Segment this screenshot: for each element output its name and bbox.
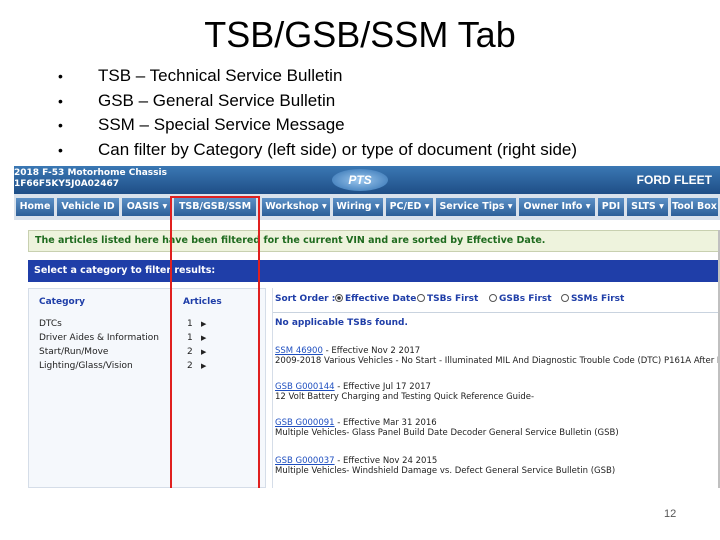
bullet-dot-icon: • bbox=[58, 68, 63, 84]
brand-label: FORD FLEET bbox=[636, 173, 712, 187]
sort-option-label: SSMs First bbox=[571, 294, 625, 304]
bullet-item: • SSM – Special Service Message bbox=[58, 113, 577, 138]
tab-wiring[interactable]: Wiring ▾ bbox=[333, 198, 383, 216]
category-name: Driver Aides & Information bbox=[39, 333, 159, 343]
document-date: - Effective Jul 17 2017 bbox=[334, 382, 431, 392]
radio-selected-icon[interactable] bbox=[335, 294, 343, 302]
bullet-text: TSB – Technical Service Bulletin bbox=[98, 66, 343, 85]
tab-highlight-box bbox=[170, 196, 260, 488]
radio-icon[interactable] bbox=[489, 294, 497, 302]
tab-pc-ed[interactable]: PC/ED ▾ bbox=[386, 198, 433, 216]
results-panel: Sort Order : Effective Date TSBs First G… bbox=[272, 288, 720, 488]
page-number: 12 bbox=[664, 508, 677, 520]
document-entry: GSB G000144 - Effective Jul 17 2017 12 V… bbox=[275, 382, 720, 402]
sort-option-label: GSBs First bbox=[499, 294, 552, 304]
bullet-item: • TSB – Technical Service Bulletin bbox=[58, 64, 577, 89]
tab-pdi[interactable]: PDI bbox=[598, 198, 624, 216]
category-name: Lighting/Glass/Vision bbox=[39, 361, 133, 371]
sort-option-label: TSBs First bbox=[427, 294, 479, 304]
bullet-text: SSM – Special Service Message bbox=[98, 115, 345, 134]
bullet-item: • Can filter by Category (left side) or t… bbox=[58, 138, 577, 163]
document-description: 12 Volt Battery Charging and Testing Qui… bbox=[275, 392, 535, 402]
document-entry: GSB G000091 - Effective Mar 31 2016 Mult… bbox=[275, 418, 720, 438]
document-date: - Effective Mar 31 2016 bbox=[334, 418, 437, 428]
vin-number: 1F66F5KY5J0A02467 bbox=[14, 179, 119, 189]
filter-notice: The articles listed here have been filte… bbox=[28, 230, 720, 252]
bullet-text: Can filter by Category (left side) or ty… bbox=[98, 139, 578, 159]
sort-radio-effective-date[interactable]: Effective Date bbox=[335, 294, 416, 304]
no-tsbs-message: No applicable TSBs found. bbox=[275, 318, 408, 328]
tab-slts[interactable]: SLTS ▾ bbox=[627, 198, 668, 216]
tab-service-tips[interactable]: Service Tips ▾ bbox=[436, 198, 516, 216]
document-link[interactable]: GSB G000091 bbox=[275, 418, 335, 428]
document-date: - Effective Nov 2 2017 bbox=[322, 346, 421, 356]
document-description: 2009-2018 Various Vehicles - No Start - … bbox=[275, 356, 720, 366]
bullet-dot-icon: • bbox=[58, 117, 63, 133]
sort-order-label: Sort Order : bbox=[275, 294, 336, 304]
bullet-list: • TSB – Technical Service Bulletin • GSB –… bbox=[58, 64, 577, 162]
tab-vehicle-id[interactable]: Vehicle ID bbox=[57, 198, 119, 216]
bullet-dot-icon: • bbox=[58, 92, 63, 109]
tab-owner-info[interactable]: Owner Info ▾ bbox=[519, 198, 595, 216]
bullet-text: GSB – General Service Bulletin bbox=[98, 90, 336, 110]
document-entry: GSB G000037 - Effective Nov 24 2015 Mult… bbox=[275, 456, 720, 476]
vehicle-info: 2018 F-53 Motorhome Chassis 1F66F5KY5J0A… bbox=[14, 168, 167, 190]
category-filter-bar: Select a category to filter results: bbox=[28, 260, 720, 282]
sort-radio-tsbs-first[interactable]: TSBs First bbox=[417, 294, 478, 304]
document-date: - Effective Nov 24 2015 bbox=[334, 456, 438, 466]
vehicle-name: 2018 F-53 Motorhome Chassis bbox=[14, 168, 167, 178]
category-column-header: Category bbox=[39, 297, 86, 307]
bullet-dot-icon: • bbox=[58, 141, 63, 158]
bullet-item: • GSB – General Service Bulletin bbox=[58, 89, 577, 114]
category-name: Start/Run/Move bbox=[39, 347, 109, 357]
tab-tool-box[interactable]: Tool Box bbox=[671, 198, 718, 216]
tab-home[interactable]: Home bbox=[16, 198, 54, 216]
sort-radio-ssms-first[interactable]: SSMs First bbox=[561, 294, 624, 304]
pts-logo: PTS bbox=[332, 169, 388, 191]
slide-title: TSB/GSB/SSM Tab bbox=[204, 14, 516, 55]
sort-order-row: Sort Order : Effective Date TSBs First G… bbox=[273, 294, 720, 310]
radio-icon[interactable] bbox=[561, 294, 569, 302]
category-name: DTCs bbox=[39, 319, 62, 329]
document-link[interactable]: GSB G000037 bbox=[275, 456, 335, 466]
nav-bar: Home Vehicle ID OASIS ▾ TSB/GSB/SSM Work… bbox=[14, 194, 720, 220]
document-entry: SSM 46900 - Effective Nov 2 2017 2009-20… bbox=[275, 346, 720, 366]
pts-screenshot: 2018 F-53 Motorhome Chassis 1F66F5KY5J0A… bbox=[14, 166, 720, 488]
divider bbox=[273, 312, 720, 313]
document-description: Multiple Vehicles- Glass Panel Build Dat… bbox=[275, 428, 619, 438]
app-header: 2018 F-53 Motorhome Chassis 1F66F5KY5J0A… bbox=[14, 166, 720, 194]
tab-workshop[interactable]: Workshop ▾ bbox=[262, 198, 330, 216]
radio-icon[interactable] bbox=[417, 294, 425, 302]
tab-oasis[interactable]: OASIS ▾ bbox=[122, 198, 172, 216]
sort-radio-gsbs-first[interactable]: GSBs First bbox=[489, 294, 552, 304]
document-description: Multiple Vehicles- Windshield Damage vs.… bbox=[275, 466, 616, 476]
document-link[interactable]: SSM 46900 bbox=[275, 346, 323, 356]
sort-option-label: Effective Date bbox=[345, 294, 417, 304]
document-link[interactable]: GSB G000144 bbox=[275, 382, 335, 392]
